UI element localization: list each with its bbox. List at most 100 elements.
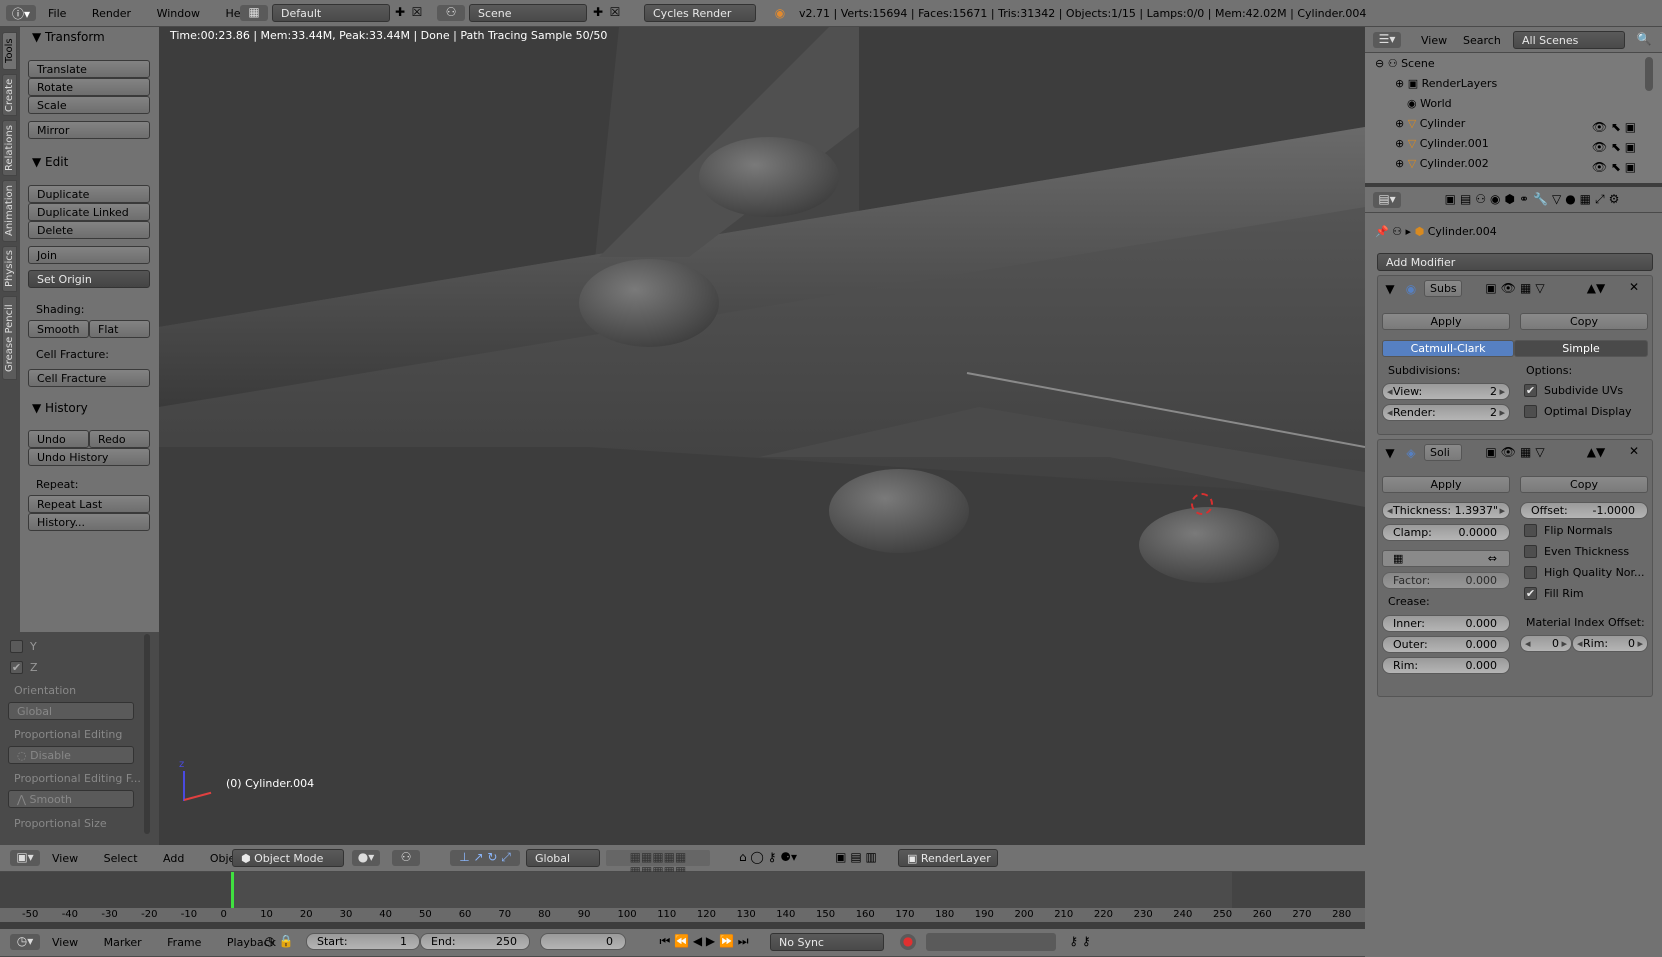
tab-grease-pencil[interactable]: Grease Pencil [2, 296, 17, 380]
keyframe-icons[interactable]: ⚷ ⚷ [1062, 934, 1098, 948]
outliner-scrollbar[interactable] [1645, 57, 1653, 91]
flip-normals-checkbox[interactable] [1524, 524, 1537, 537]
tab-physics[interactable]: Physics [2, 246, 17, 292]
subdivide-uvs-checkbox[interactable]: ✔ [1524, 384, 1537, 397]
transform-orientation-select[interactable]: Global [526, 849, 600, 867]
vertex-group-field[interactable]: ▦ ⇔ [1382, 550, 1510, 567]
material-offset-field[interactable]: ◂ 0 ▸ [1520, 635, 1572, 652]
solidify-copy-button[interactable]: Copy [1520, 476, 1648, 493]
repeat-last-button[interactable]: Repeat Last [28, 495, 150, 513]
mode-select[interactable]: ⬢ Object Mode [232, 849, 344, 867]
outliner-filter-select[interactable]: All Scenes [1513, 31, 1625, 49]
high-quality-normals-checkbox[interactable] [1524, 566, 1537, 579]
subsurf-copy-button[interactable]: Copy [1520, 313, 1648, 330]
join-button[interactable]: Join [28, 246, 150, 264]
properties-editor-icon[interactable]: ▤▾ [1373, 192, 1401, 208]
manipulator-icon[interactable]: ⊥ ↗ ↻ ⤢ [450, 850, 520, 866]
remove-layout-icon[interactable]: ☒ [410, 5, 424, 19]
z-checkbox[interactable]: ✔ [10, 661, 23, 674]
subsurf-view-field[interactable]: ◂ View: 2 ▸ [1382, 383, 1510, 400]
playback-controls[interactable]: ⏮ ⏪ ◀ ▶ ⏩ ⏭ [644, 934, 764, 949]
catmull-clark-button[interactable]: Catmull-Clark [1382, 340, 1514, 357]
simple-button[interactable]: Simple [1514, 340, 1648, 357]
timeline-menu-marker[interactable]: Marker [104, 936, 142, 949]
keying-set-field[interactable] [926, 933, 1056, 951]
factor-field[interactable]: Factor: 0.000 [1382, 572, 1510, 589]
outliner-view-menu[interactable]: View [1421, 34, 1447, 47]
current-frame-field[interactable]: 0 [540, 933, 626, 950]
even-thickness-checkbox[interactable] [1524, 545, 1537, 558]
delete-button[interactable]: Delete [28, 221, 150, 239]
remove-scene-icon[interactable]: ☒ [608, 5, 622, 19]
render-layer-select[interactable]: ▣ RenderLayer [898, 849, 998, 867]
snap-icons[interactable]: ⌂ ◯ ⚷ ⚈▾ [718, 850, 818, 866]
offset-field[interactable]: Offset: -1.0000 [1520, 502, 1648, 519]
crease-rim-field[interactable]: Rim: 0.000 [1382, 657, 1510, 674]
outliner-item-scene[interactable]: ⊖ ⚇ Scene [1375, 57, 1435, 70]
menu-file[interactable]: File [48, 7, 66, 20]
duplicate-button[interactable]: Duplicate [28, 185, 150, 203]
prop-falloff-select[interactable]: ⋀ Smooth [8, 790, 134, 808]
material-rim-offset-field[interactable]: ◂ Rim: 0 ▸ [1572, 635, 1648, 652]
clamp-field[interactable]: Clamp: 0.0000 [1382, 524, 1510, 541]
layout-select[interactable]: Default [272, 4, 390, 22]
preview-range-icon[interactable]: ◷ 🔒 [262, 934, 296, 948]
collapse-icon[interactable]: ▼ [1384, 446, 1396, 460]
smooth-button[interactable]: Smooth [28, 320, 89, 338]
timeline-editor-icon[interactable]: ◷▾ [10, 934, 40, 950]
undo-history-button[interactable]: Undo History [28, 448, 150, 466]
timeline-menu-frame[interactable]: Frame [167, 936, 201, 949]
translate-button[interactable]: Translate [28, 60, 150, 78]
thickness-field[interactable]: ◂ Thickness: 1.3937" ▸ [1382, 502, 1510, 519]
sync-select[interactable]: No Sync [770, 933, 884, 951]
scene-select[interactable]: Scene [469, 4, 587, 22]
solidify-remove-icon[interactable]: ✕ [1626, 444, 1642, 458]
crease-outer-field[interactable]: Outer: 0.000 [1382, 636, 1510, 653]
outliner-item-cylinder-002[interactable]: ⊕ ▽ Cylinder.002 [1395, 157, 1489, 170]
cell-fracture-button[interactable]: Cell Fracture [28, 369, 150, 387]
solidify-move-icons[interactable]: ▲▼ [1576, 445, 1616, 459]
menu-window[interactable]: Window [157, 7, 200, 20]
end-frame-field[interactable]: End: 250 [420, 933, 530, 950]
transform-header[interactable]: ▼ Transform [32, 30, 105, 44]
mirror-button[interactable]: Mirror [28, 121, 150, 139]
properties-context-tabs[interactable]: ▣▤⚇◉⬢⚭🔧▽●▦⤢⚙ [1409, 192, 1659, 207]
set-origin-select[interactable]: Set Origin [28, 270, 150, 288]
subsurf-name-field[interactable]: Subs [1424, 280, 1462, 297]
scene-icon[interactable]: ⚇ [437, 5, 465, 21]
3d-cursor[interactable] [1191, 493, 1213, 515]
add-modifier-select[interactable]: Add Modifier [1377, 253, 1653, 271]
crease-inner-field[interactable]: Inner: 0.000 [1382, 615, 1510, 632]
timeline-area[interactable]: -50 -40 -30 -20 -10 0 10 20 30 40 50 60 70 80 90 100 110… [0, 872, 1365, 922]
menu-render[interactable]: Render [92, 7, 131, 20]
outliner-editor-icon[interactable]: ☰▾ [1373, 32, 1401, 48]
pivot-icon[interactable]: ⚇ [392, 850, 420, 866]
start-frame-field[interactable]: Start: 1 [306, 933, 420, 950]
record-icon[interactable]: ● [900, 934, 916, 950]
prop-editing-select[interactable]: ◌ Disable [8, 746, 134, 764]
layers-grid-icon[interactable]: ▦▦▦▦▦ ▦▦▦▦▦ [606, 850, 710, 878]
subsurf-render-field[interactable]: ◂ Render: 2 ▸ [1382, 404, 1510, 421]
orientation-select[interactable]: Global [8, 702, 134, 720]
add-scene-icon[interactable]: ✚ [591, 5, 605, 19]
solidify-display-icons[interactable]: ▣👁▦▽ [1470, 445, 1564, 459]
render-icons[interactable]: ▣ ▤ ▥ [826, 850, 886, 866]
optimal-display-checkbox[interactable] [1524, 405, 1537, 418]
outliner-item-renderlayers[interactable]: ⊕ ▣ RenderLayers [1395, 77, 1497, 90]
outliner-search-menu[interactable]: Search [1463, 34, 1501, 47]
undo-button[interactable]: Undo [28, 430, 89, 448]
current-frame-line[interactable] [231, 872, 234, 912]
solidify-apply-button[interactable]: Apply [1382, 476, 1510, 493]
subsurf-apply-button[interactable]: Apply [1382, 313, 1510, 330]
duplicate-linked-button[interactable]: Duplicate Linked [28, 203, 150, 221]
rotate-button[interactable]: Rotate [28, 78, 150, 96]
outliner-item-cylinder[interactable]: ⊕ ▽ Cylinder [1395, 117, 1465, 130]
subsurf-move-icons[interactable]: ▲▼ [1576, 281, 1616, 295]
editor-type-icon[interactable]: ▣▾ [10, 850, 40, 866]
outliner-item-world[interactable]: ◉ World [1407, 97, 1452, 110]
collapse-icon[interactable]: ▼ [1384, 282, 1396, 296]
menu-select[interactable]: Select [104, 852, 138, 865]
tab-relations[interactable]: Relations [2, 120, 17, 176]
menu-view[interactable]: View [52, 852, 78, 865]
flat-button[interactable]: Flat [89, 320, 150, 338]
